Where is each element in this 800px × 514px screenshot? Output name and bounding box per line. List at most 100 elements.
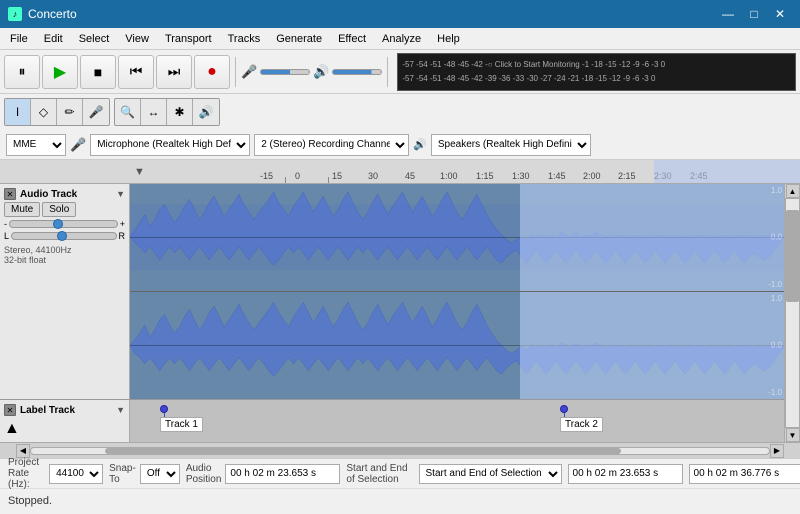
label-text-1[interactable]: Track 1 (160, 417, 203, 432)
y-label-1-bottom: -1.0 (768, 280, 782, 289)
speaker2-button[interactable]: 🔊 (193, 99, 219, 125)
main-content: File Edit Select View Transport Tracks G… (0, 28, 800, 514)
gain-row: - + (4, 219, 125, 229)
envelope-tool-button[interactable]: ◇ (31, 99, 57, 125)
gain-slider[interactable] (9, 220, 118, 228)
project-rate-select[interactable]: 44100 (49, 464, 103, 484)
mic-device-icon: 🎤 (70, 137, 86, 153)
selection-end-input[interactable] (689, 464, 800, 484)
vscroll-down[interactable]: ▼ (786, 428, 800, 442)
output-device-select[interactable]: Speakers (Realtek High Definiti (431, 134, 591, 156)
pan-l-label: L (4, 231, 9, 241)
input-device-select[interactable]: Microphone (Realtek High Defini (90, 134, 250, 156)
track-content: ✕ Audio Track ▼ Mute Solo - (0, 184, 784, 442)
mute-button[interactable]: Mute (4, 202, 40, 217)
host-select[interactable]: MME (6, 134, 66, 156)
timeshift-tool-button[interactable]: ↔ (141, 99, 167, 125)
audio-pos-field: Audio Position (186, 463, 341, 485)
select-tool-button[interactable]: I (5, 99, 31, 125)
stop-button[interactable]: ■ (80, 55, 116, 89)
label-track-collapse[interactable]: ▼ (116, 405, 125, 415)
multi-tool-button[interactable]: ✱ (167, 99, 193, 125)
y-label-2-top: 1.0 (771, 294, 782, 303)
label-track-controls: ✕ Label Track ▼ ▲ (0, 400, 130, 442)
app-icon: ♪ (8, 7, 22, 21)
snap-to-label: Snap-To (109, 463, 136, 485)
audio-track-close[interactable]: ✕ (4, 188, 16, 200)
maximize-button[interactable]: □ (742, 5, 766, 23)
mic-input-button[interactable]: 🎤 (83, 99, 109, 125)
snap-to-select[interactable]: Off (140, 464, 180, 484)
label-pin-1 (160, 405, 168, 413)
close-button[interactable]: ✕ (768, 5, 792, 23)
vscrollbar[interactable]: ▲ ▼ (784, 184, 800, 442)
start-end-select[interactable]: Start and End of Selection (419, 464, 562, 484)
vscroll-track[interactable] (785, 198, 800, 428)
skip-back-button[interactable]: ⏮ (118, 55, 154, 89)
selection-start-input[interactable] (568, 464, 683, 484)
label-track-name: Label Track (20, 405, 116, 416)
menu-select[interactable]: Select (71, 31, 118, 47)
track-area-wrapper: ✕ Audio Track ▼ Mute Solo - (0, 184, 800, 442)
ruler-mark-45: 45 (405, 171, 415, 181)
playback-volume-slider[interactable] (332, 69, 382, 75)
zoom-tool-button[interactable]: 🔍 (115, 99, 141, 125)
menu-transport[interactable]: Transport (157, 31, 220, 47)
menu-help[interactable]: Help (429, 31, 468, 47)
play-button[interactable]: ▶ (42, 55, 78, 89)
audio-track-name: Audio Track (20, 189, 116, 200)
separator-2 (387, 57, 388, 87)
hscroll-left[interactable]: ◀ (16, 444, 30, 458)
project-rate-label: Project Rate (Hz): (8, 457, 45, 490)
ruler-mark-215: 2:15 (618, 171, 636, 181)
ruler-selection (654, 160, 800, 183)
pan-slider[interactable] (11, 232, 116, 240)
statusbar: Project Rate (Hz): 44100 Snap-To Off Aud… (0, 458, 800, 514)
label-track-close[interactable]: ✕ (4, 404, 16, 416)
titlebar-left: ♪ Concerto (8, 7, 77, 21)
ruler-mark-145: 1:45 (548, 171, 566, 181)
mic-volume-slider[interactable] (260, 69, 310, 75)
label-track-header: ✕ Label Track ▼ (4, 404, 125, 416)
statusbar-top: Project Rate (Hz): 44100 Snap-To Off Aud… (0, 459, 800, 489)
solo-button[interactable]: Solo (42, 202, 76, 217)
hscroll-thumb[interactable] (105, 448, 622, 454)
menu-analyze[interactable]: Analyze (374, 31, 429, 47)
skip-fwd-button[interactable]: ⏭ (156, 55, 192, 89)
label-track-area[interactable]: Track 1 Track 2 (130, 400, 784, 442)
hscroll-right[interactable]: ▶ (770, 444, 784, 458)
separator-1 (235, 57, 236, 87)
minimize-button[interactable]: — (716, 5, 740, 23)
audio-track-waveform[interactable]: 1.0 -1.0 0.0 (130, 184, 784, 399)
menu-view[interactable]: View (117, 31, 157, 47)
audio-pos-input[interactable] (225, 464, 340, 484)
audio-track-collapse[interactable]: ▼ (116, 189, 125, 199)
toolbars: File Edit Select View Transport Tracks G… (0, 28, 800, 160)
menu-effect[interactable]: Effect (330, 31, 374, 47)
menu-generate[interactable]: Generate (268, 31, 330, 47)
vscroll-up[interactable]: ▲ (786, 184, 800, 198)
level-meters[interactable]: -57 -54 -51 -48 -45 -42 -○ Click to Star… (397, 53, 796, 91)
label-pin-2 (560, 405, 568, 413)
menu-edit[interactable]: Edit (36, 31, 71, 47)
edit-tools: I ◇ ✏ 🎤 (4, 98, 110, 126)
audio-track: ✕ Audio Track ▼ Mute Solo - (0, 184, 784, 400)
label-track-expand[interactable]: ▲ (4, 420, 125, 438)
channels-select[interactable]: 2 (Stereo) Recording Channels (254, 134, 409, 156)
label-text-2[interactable]: Track 2 (560, 417, 603, 432)
center-line-top (130, 237, 784, 238)
hscroll-track[interactable] (30, 447, 770, 455)
draw-tool-button[interactable]: ✏ (57, 99, 83, 125)
pause-button[interactable]: ⏸ (4, 55, 40, 89)
pan-row: L R (4, 231, 125, 241)
hscrollbar[interactable]: ◀ ▶ (0, 442, 800, 458)
ruler-tick-0 (285, 177, 286, 183)
vscroll-thumb[interactable] (786, 210, 799, 301)
device-toolbar: MME 🎤 Microphone (Realtek High Defini 2 … (0, 130, 800, 160)
menu-file[interactable]: File (2, 31, 36, 47)
record-button[interactable]: ● (194, 55, 230, 89)
menu-tracks[interactable]: Tracks (220, 31, 269, 47)
ruler-mark-0: 0 (295, 171, 300, 181)
y-label-2-bottom: -1.0 (768, 388, 782, 397)
ruler-mark-15: 15 (332, 171, 342, 181)
